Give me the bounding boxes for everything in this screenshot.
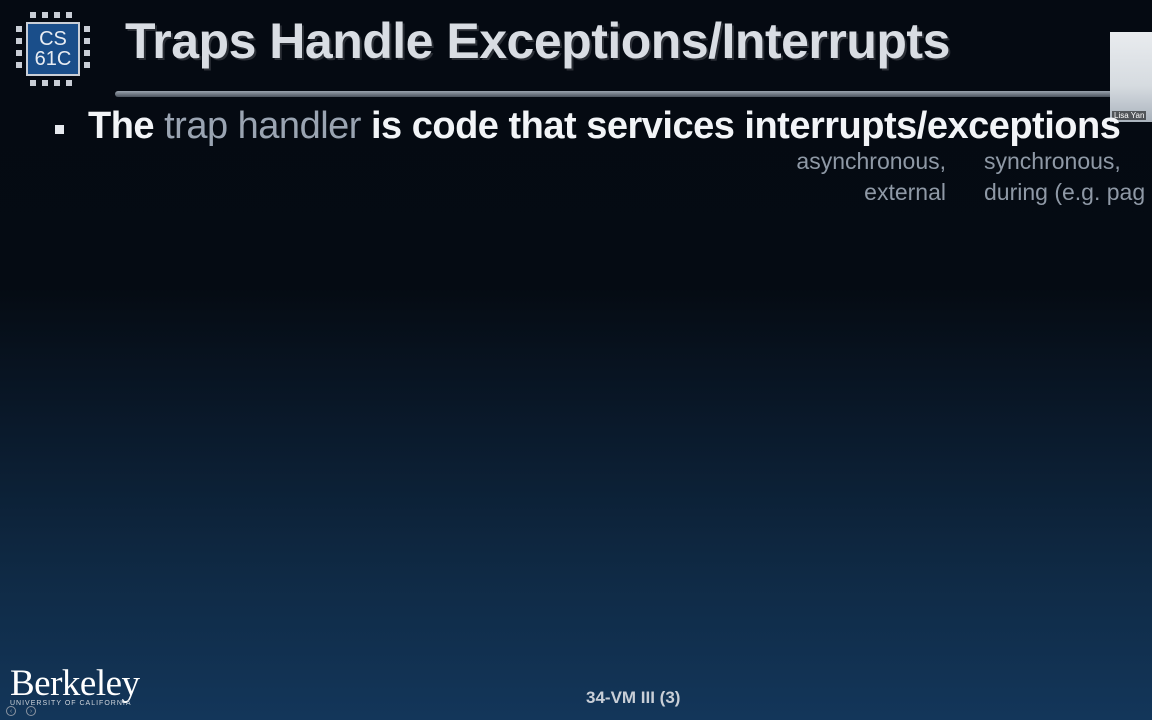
slide-number: 34-VM III (3) xyxy=(586,688,681,707)
bullet-highlight: trap handler xyxy=(164,105,361,147)
slide-title: Traps Handle Exceptions/Interrupts xyxy=(125,13,950,69)
player-controls: ‹ › xyxy=(0,704,36,718)
bullet-text: The trap handler is code that services i… xyxy=(88,105,1121,147)
chevron-left-icon[interactable]: ‹ xyxy=(6,706,16,716)
bullet-prefix: The xyxy=(88,105,165,147)
title-divider xyxy=(115,91,1152,97)
berkeley-wordmark: Berkeley xyxy=(10,663,140,704)
chip-body: CS 61C xyxy=(26,22,80,76)
bullet-suffix: is code that services interrupts/excepti… xyxy=(360,105,1121,147)
bullet-square-icon xyxy=(55,125,64,135)
interrupt-annotation: asynchronous, external xyxy=(796,146,946,208)
exception-annotation: synchronous, during (e.g. pag xyxy=(984,146,1145,208)
cs61c-logo: CS 61C xyxy=(14,10,92,88)
exception-annotation-line-2: during (e.g. pag xyxy=(984,179,1146,205)
exception-annotation-line-1: synchronous, xyxy=(984,148,1121,174)
logo-line-1: CS xyxy=(39,28,67,50)
interrupt-annotation-line-1: asynchronous, xyxy=(796,148,946,174)
bullet-item: The trap handler is code that services i… xyxy=(55,104,1152,148)
logo-line-2: 61C xyxy=(34,48,72,70)
berkeley-logo: Berkeley UNIVERSITY OF CALIFORNIA xyxy=(10,663,140,708)
interrupt-annotation-line-2: external xyxy=(864,179,946,205)
chevron-right-icon[interactable]: › xyxy=(26,706,36,716)
